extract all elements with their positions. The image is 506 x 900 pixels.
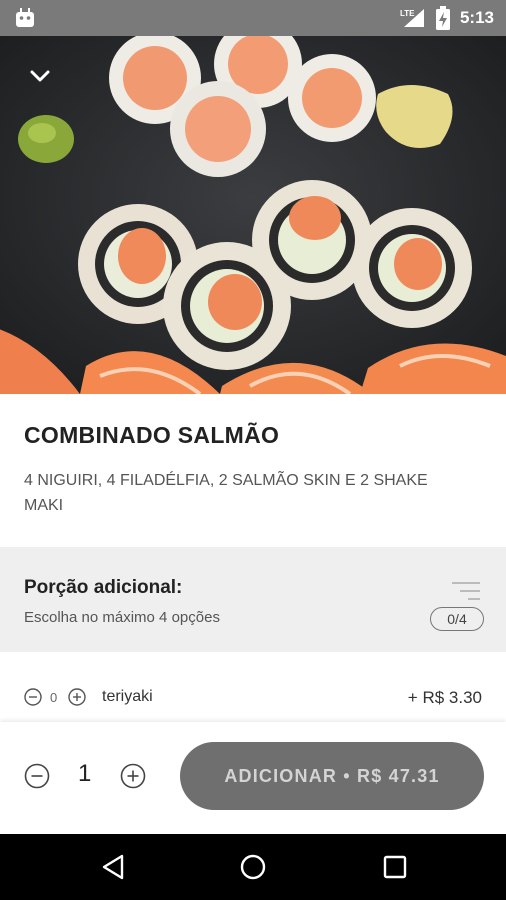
filter-icon [452,582,480,600]
product-title: COMBINADO SALMÃO [24,422,280,448]
lte-signal-icon: LTE [400,9,424,27]
clock: 5:13 [459,8,494,27]
quantity-minus-icon[interactable] [24,763,50,789]
chevron-down-icon[interactable] [26,62,54,90]
status-bar: LTE 5:13 [0,0,506,36]
quantity-plus-icon[interactable] [120,763,146,789]
product-image [0,36,506,394]
android-icon [16,8,34,27]
additional-portion-header: Porção adicional: Escolha no máximo 4 op… [0,547,506,652]
section-title: Porção adicional: [24,577,183,598]
list-item: 0 teriyaki + R$ 3.30 [0,670,506,723]
navigation-bar [0,834,506,900]
product-description: 4 NIGUIRI, 4 FILADÉLFIA, 2 SALMÃO SKIN E… [24,472,428,514]
bottom-action-bar: 1 ADICIONAR • R$ 47.31 [0,722,506,834]
section-subtitle: Escolha no máximo 4 opções [24,609,220,626]
recents-square-icon[interactable] [381,853,409,881]
add-to-cart-button[interactable]: ADICIONAR • R$ 47.31 [180,742,484,810]
option-count: 0 [50,690,58,705]
option-price: + R$ 3.30 [407,688,482,707]
minus-circle-icon[interactable] [24,688,42,706]
back-triangle-icon[interactable] [100,853,128,881]
quantity-value: 1 [78,760,92,787]
option-name: teriyaki [102,688,153,705]
svg-text:LTE: LTE [400,9,415,18]
plus-circle-icon[interactable] [68,688,86,706]
selection-count-badge: 0/4 [430,607,484,631]
battery-charging-icon [435,6,450,30]
home-circle-icon[interactable] [239,853,267,881]
